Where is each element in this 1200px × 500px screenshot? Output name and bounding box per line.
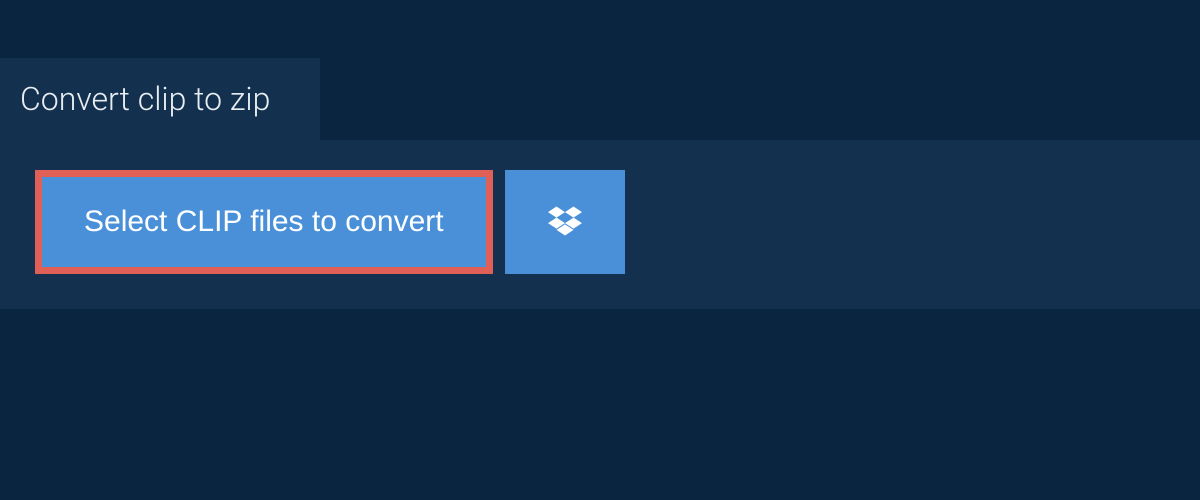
select-files-button[interactable]: Select CLIP files to convert — [35, 170, 493, 274]
tab-header: Convert clip to zip — [0, 58, 320, 140]
button-row: Select CLIP files to convert — [35, 170, 1180, 274]
dropbox-icon — [548, 206, 582, 239]
tab-title: Convert clip to zip — [20, 80, 270, 118]
select-files-label: Select CLIP files to convert — [84, 205, 444, 239]
dropbox-button[interactable] — [505, 170, 625, 274]
converter-panel: Select CLIP files to convert — [0, 140, 1200, 309]
